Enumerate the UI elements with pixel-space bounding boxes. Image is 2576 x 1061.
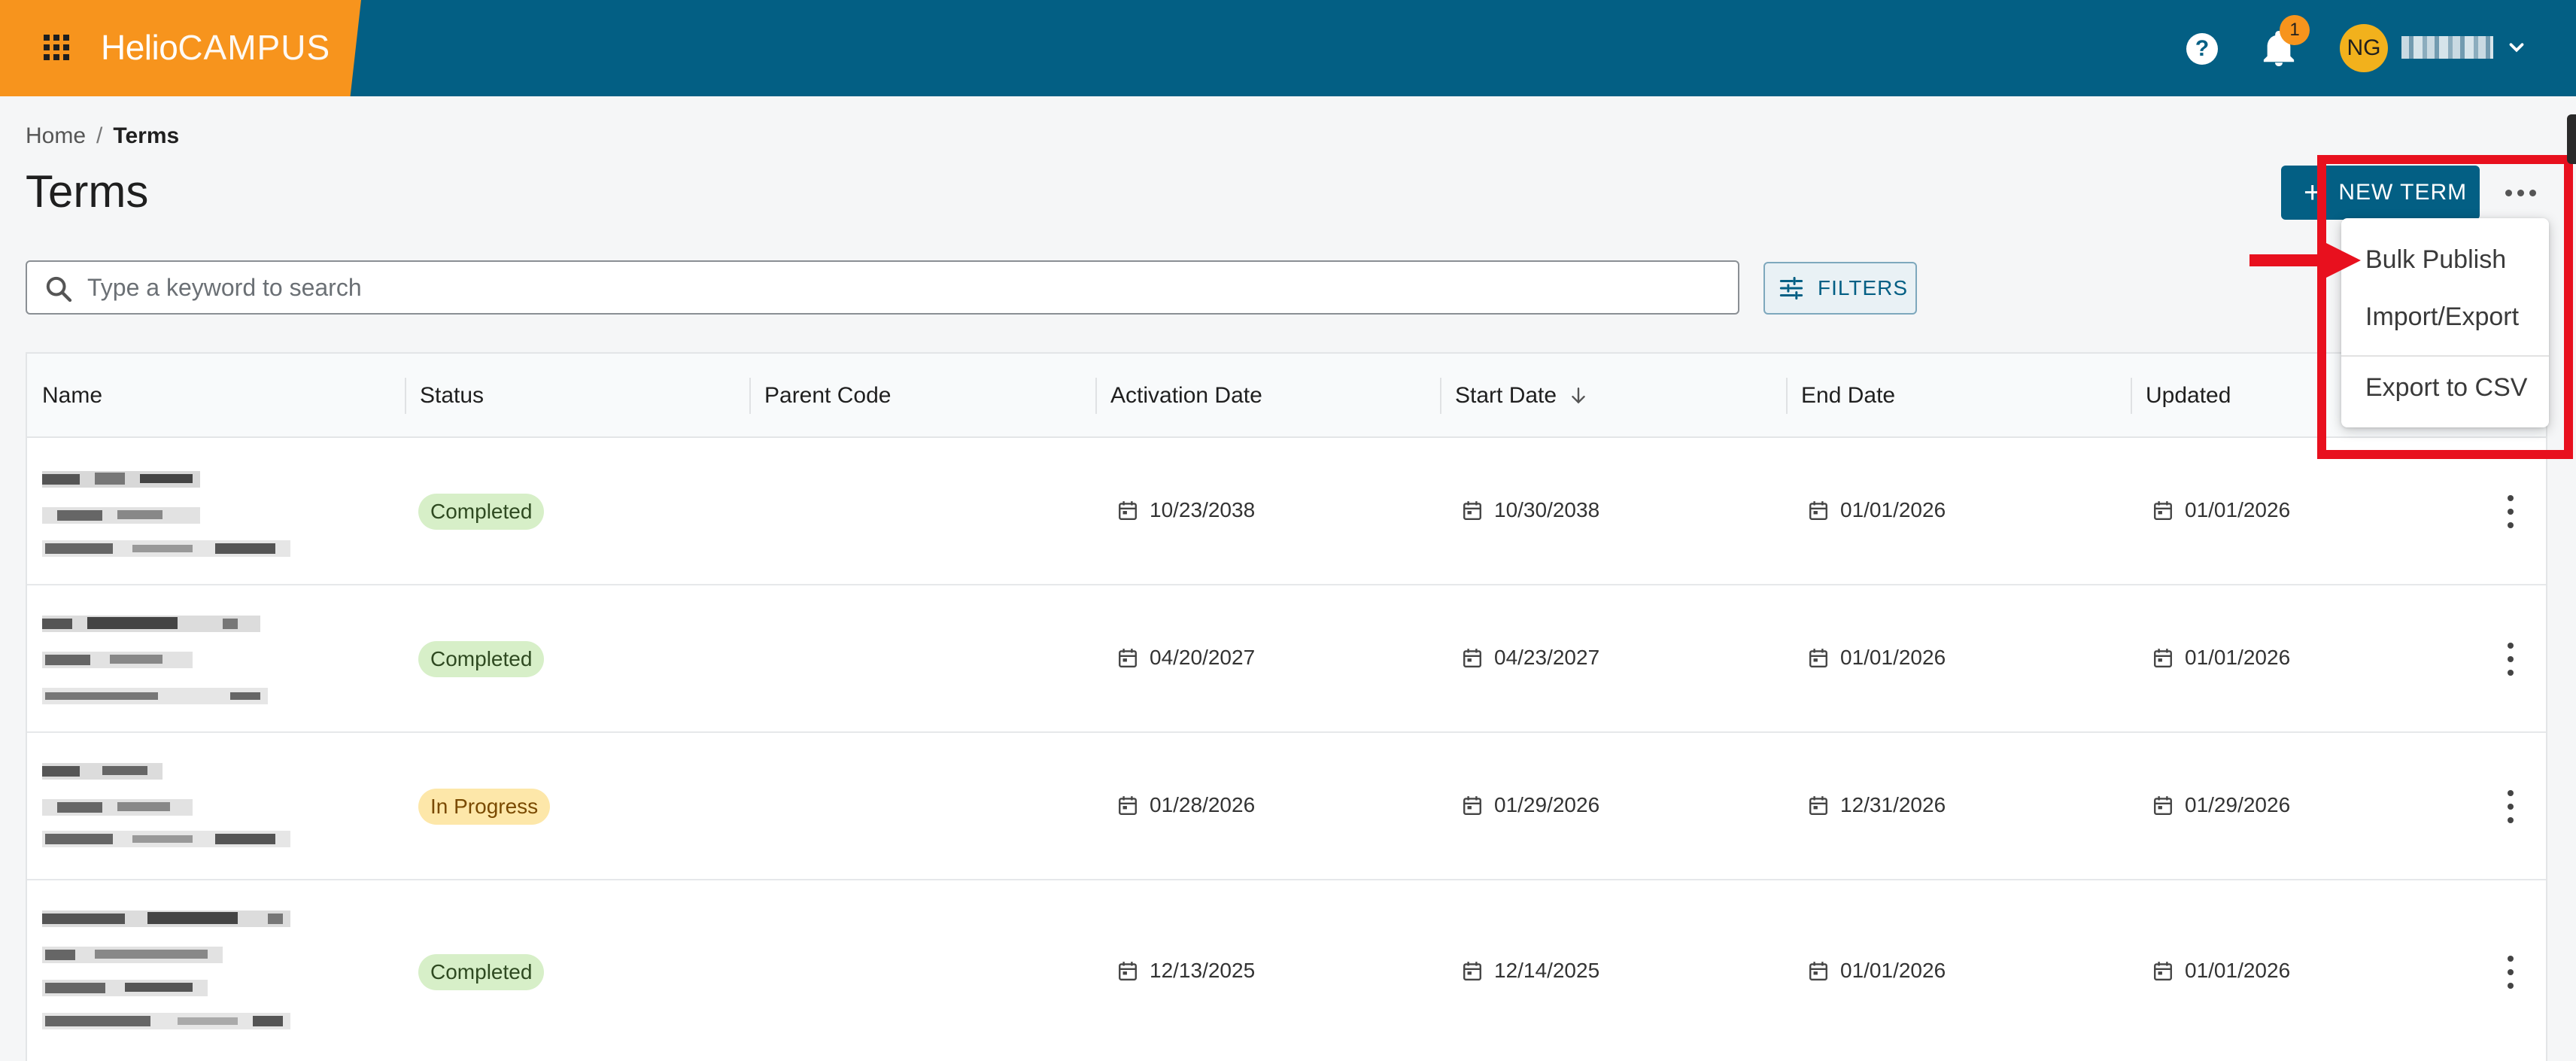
updated-date-cell: 01/01/2026 xyxy=(2153,498,2290,522)
redacted-name-text xyxy=(42,540,290,557)
calendar-icon xyxy=(1463,649,1481,668)
row-actions-kebab-icon[interactable] xyxy=(2499,643,2522,676)
calendar-icon xyxy=(2154,796,2172,816)
filters-label: FILTERS xyxy=(1818,276,1909,299)
redacted-name-text xyxy=(42,652,193,668)
updated-date-cell: 01/01/2026 xyxy=(2153,646,2290,670)
user-name-redacted[interactable] xyxy=(2401,36,2493,59)
calendar-icon xyxy=(1463,501,1481,521)
activation-date-cell: 10/23/2038 xyxy=(1118,498,1255,522)
calendar-icon xyxy=(2154,649,2172,668)
filters-button[interactable]: FILTERS xyxy=(1763,262,1917,315)
start-date-cell: 10/30/2038 xyxy=(1463,498,1599,522)
end-date-cell: 12/31/2026 xyxy=(1809,793,1946,817)
calendar-icon xyxy=(1119,796,1137,816)
row-actions-kebab-icon[interactable] xyxy=(2499,790,2522,823)
breadcrumb-separator: / xyxy=(96,123,103,148)
redacted-name-text xyxy=(42,616,260,632)
redacted-name-text xyxy=(42,1013,290,1029)
start-date-cell: 01/29/2026 xyxy=(1463,793,1599,817)
calendar-icon xyxy=(1119,501,1137,521)
search-box[interactable] xyxy=(26,260,1739,315)
sort-arrow-down-icon[interactable] xyxy=(1569,385,1588,407)
end-date-cell: 01/01/2026 xyxy=(1809,498,1946,522)
scrollbar-handle[interactable] xyxy=(2567,114,2576,164)
column-header-end-date[interactable]: End Date xyxy=(1786,354,1895,438)
column-header-parent-code[interactable]: Parent Code xyxy=(749,354,891,438)
status-badge: Completed xyxy=(418,494,545,530)
status-badge: In Progress xyxy=(418,789,551,825)
apps-grid-icon[interactable] xyxy=(44,35,69,60)
redacted-name-text xyxy=(42,799,193,816)
page-title: Terms xyxy=(26,166,149,217)
chevron-down-icon[interactable] xyxy=(2505,36,2528,59)
calendar-icon xyxy=(1809,796,1827,816)
status-badge: Completed xyxy=(418,954,545,990)
calendar-icon xyxy=(1809,649,1827,668)
calendar-icon xyxy=(1809,962,1827,981)
activation-date-cell: 04/20/2027 xyxy=(1118,646,1255,670)
status-badge: Completed xyxy=(418,641,545,677)
updated-date-cell: 01/29/2026 xyxy=(2153,793,2290,817)
user-avatar[interactable]: NG xyxy=(2340,24,2388,72)
redacted-name-text xyxy=(42,471,200,488)
breadcrumb: Home / Terms xyxy=(26,123,179,149)
table-row[interactable]: Completed 12/13/2025 12/14/2025 01/01/20… xyxy=(27,880,2546,1061)
redacted-name-text xyxy=(42,980,208,996)
calendar-icon xyxy=(1119,649,1137,668)
column-header-name[interactable]: Name xyxy=(27,354,102,438)
calendar-icon xyxy=(2154,962,2172,981)
calendar-icon xyxy=(1119,962,1137,981)
redacted-name-text xyxy=(42,688,268,704)
calendar-icon xyxy=(1809,501,1827,521)
terms-table: Name Status Parent Code Activation Date … xyxy=(26,352,2547,1061)
search-icon xyxy=(46,276,72,302)
annotation-highlight-box xyxy=(2317,155,2573,459)
redacted-name-text xyxy=(42,947,223,963)
search-input[interactable] xyxy=(87,265,1720,310)
row-actions-kebab-icon[interactable] xyxy=(2499,956,2522,989)
helio-campus-logo[interactable]: HelioCAMPUS xyxy=(101,27,330,68)
calendar-icon xyxy=(2154,501,2172,521)
updated-date-cell: 01/01/2026 xyxy=(2153,959,2290,983)
start-date-cell: 04/23/2027 xyxy=(1463,646,1599,670)
activation-date-cell: 12/13/2025 xyxy=(1118,959,1255,983)
table-row[interactable]: Completed 10/23/2038 10/30/2038 01/01/20… xyxy=(27,438,2546,585)
column-header-updated[interactable]: Updated xyxy=(2131,354,2231,438)
breadcrumb-home[interactable]: Home xyxy=(26,123,86,148)
end-date-cell: 01/01/2026 xyxy=(1809,959,1946,983)
row-actions-kebab-icon[interactable] xyxy=(2499,495,2522,528)
end-date-cell: 01/01/2026 xyxy=(1809,646,1946,670)
table-header: Name Status Parent Code Activation Date … xyxy=(27,354,2546,438)
table-row[interactable]: Completed 04/20/2027 04/23/2027 01/01/20… xyxy=(27,585,2546,733)
redacted-name-text xyxy=(42,763,163,780)
activation-date-cell: 01/28/2026 xyxy=(1118,793,1255,817)
annotation-arrow-icon xyxy=(2249,241,2361,280)
redacted-name-text xyxy=(42,911,290,927)
column-header-status[interactable]: Status xyxy=(405,354,484,438)
breadcrumb-current: Terms xyxy=(113,123,180,148)
redacted-name-text xyxy=(42,831,290,847)
calendar-icon xyxy=(1463,962,1481,981)
table-row[interactable]: In Progress 01/28/2026 01/29/2026 12/31/… xyxy=(27,733,2546,880)
notification-badge: 1 xyxy=(2280,15,2310,45)
filter-sliders-icon xyxy=(1779,277,1803,299)
help-icon[interactable]: ? xyxy=(2186,33,2218,65)
redacted-name-text xyxy=(42,507,200,524)
calendar-icon xyxy=(1463,796,1481,816)
column-header-start-date[interactable]: Start Date xyxy=(1440,354,1588,438)
column-header-activation-date[interactable]: Activation Date xyxy=(1095,354,1262,438)
start-date-cell: 12/14/2025 xyxy=(1463,959,1599,983)
